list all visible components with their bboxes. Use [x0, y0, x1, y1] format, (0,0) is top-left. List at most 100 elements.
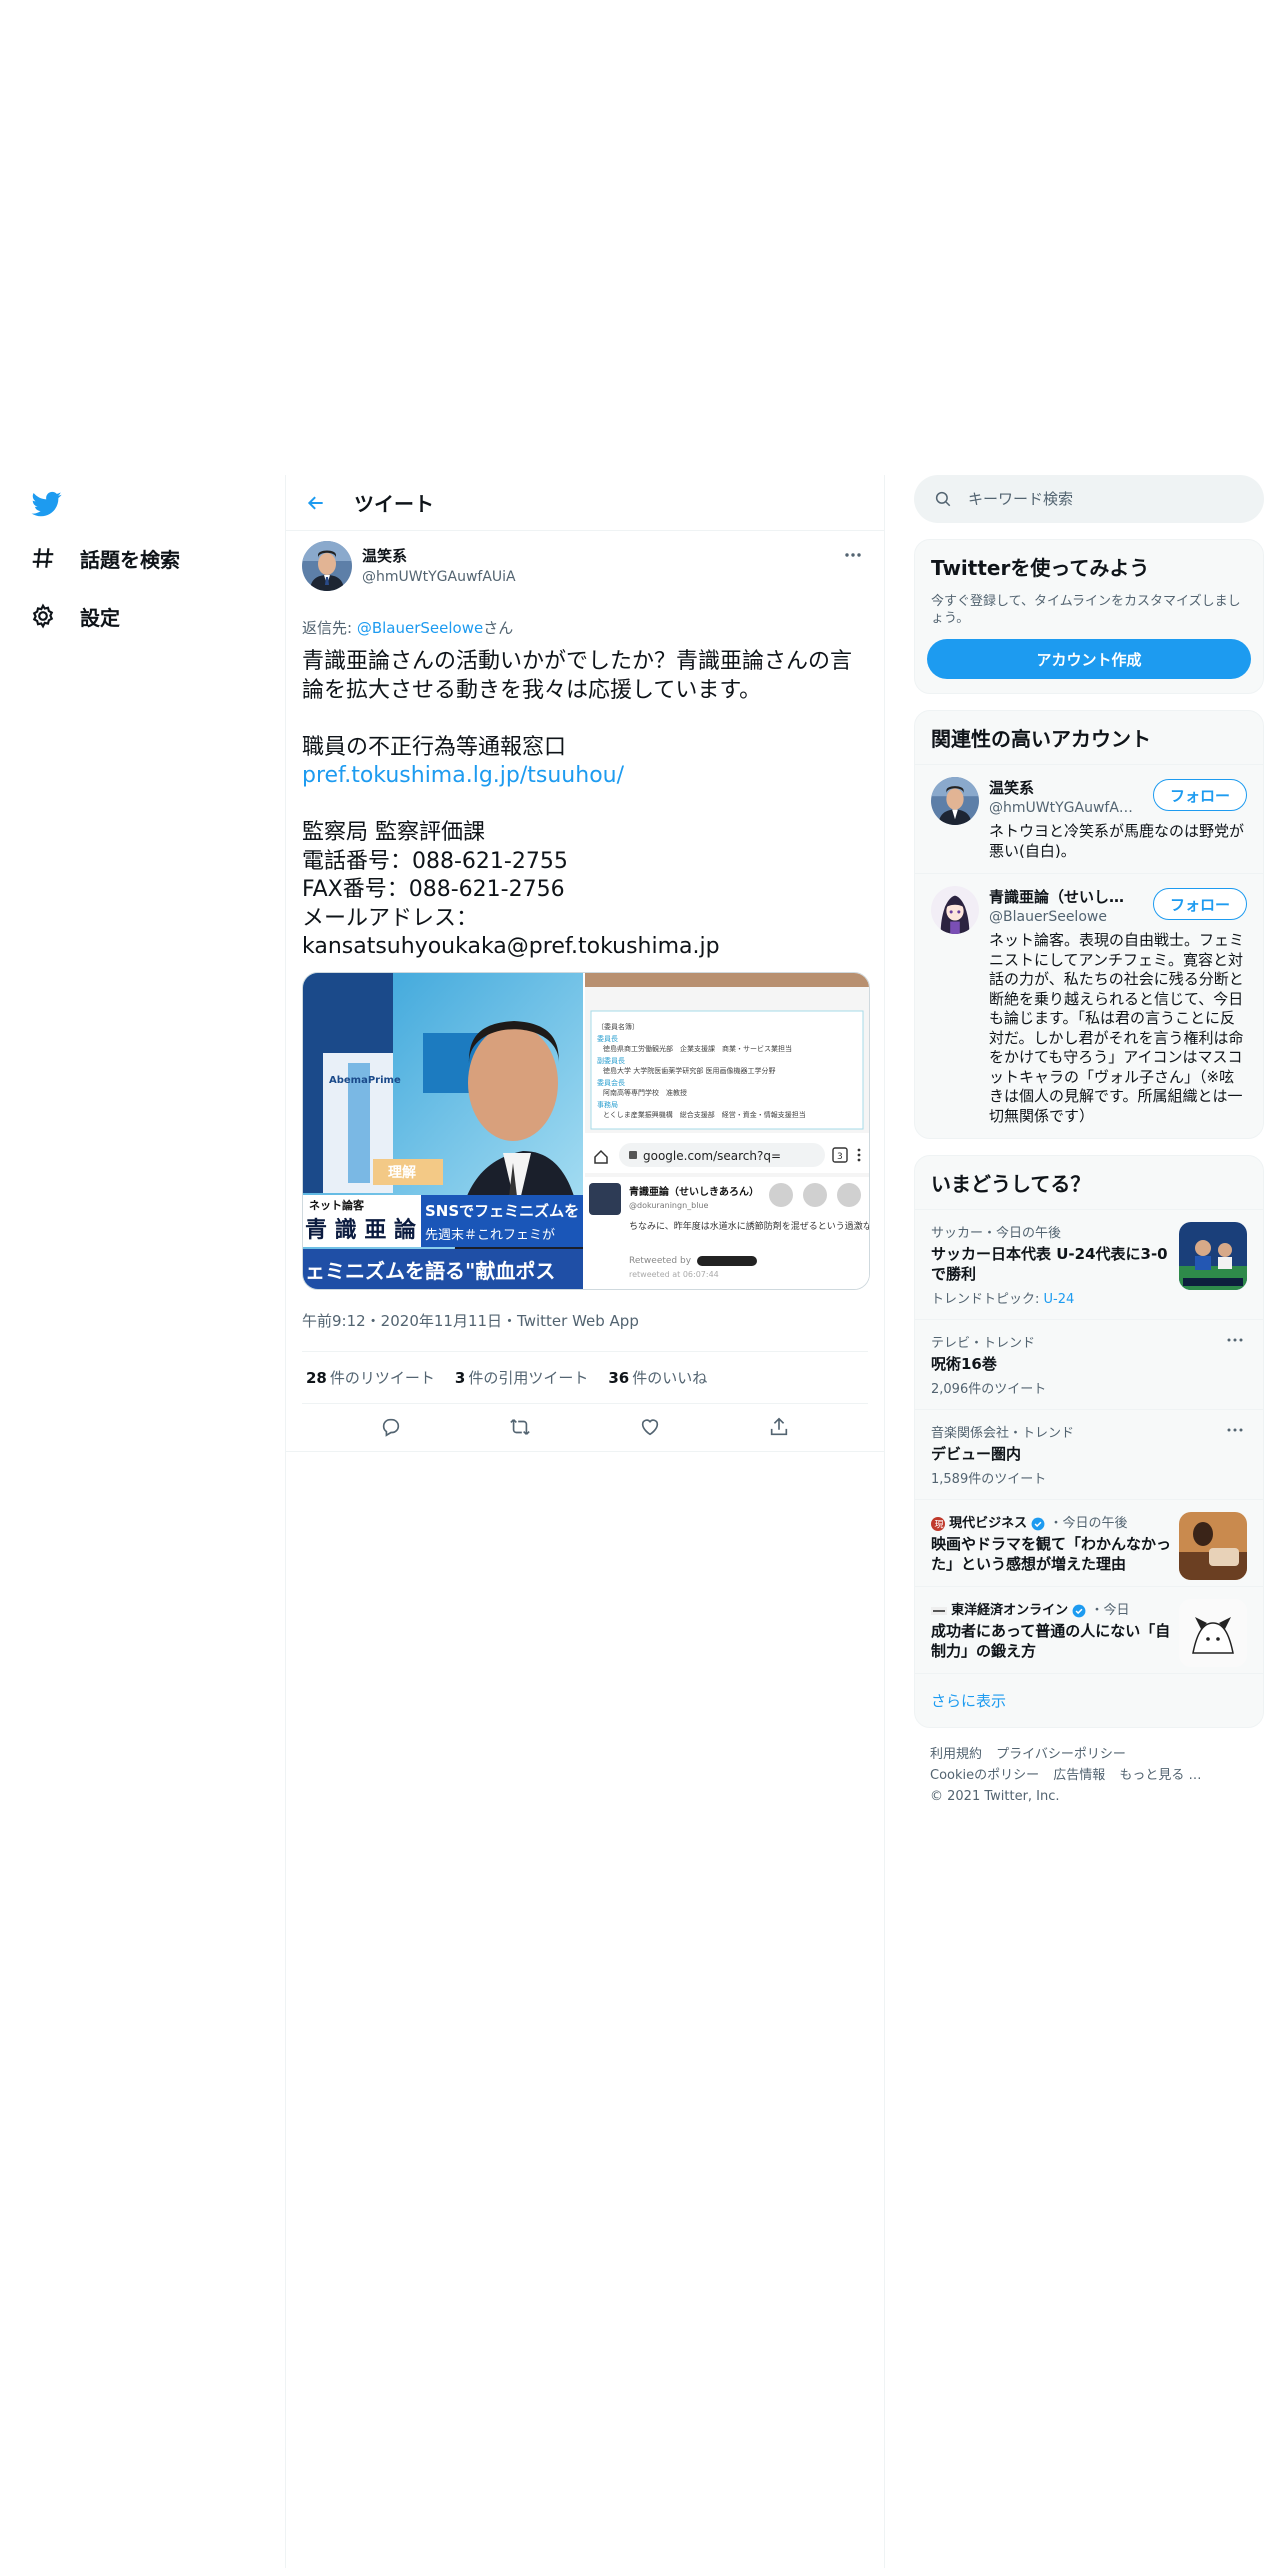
search-box[interactable] — [914, 475, 1264, 523]
tv-ticker: ェミニズムを語る"献血ポス — [305, 1259, 555, 1283]
doc-line-6: 阿南高等専門学校 准教授 — [603, 1088, 687, 1097]
tweet: 温笑系 @hmUWtYGAuwfAUiA 返信先: @BlauerSeelowe… — [286, 531, 884, 1452]
footer-link[interactable]: もっと見る … — [1119, 1768, 1201, 1783]
account-item[interactable]: 青識亜論（せいしきあろん） @BlauerSeelowe ネット論客。表現の自由… — [915, 873, 1263, 1138]
footer-link[interactable]: Cookieのポリシー — [930, 1768, 1039, 1783]
back-button[interactable] — [298, 485, 334, 521]
likes-stat[interactable]: 36 件のいいね — [608, 1367, 707, 1388]
media-photo-tv[interactable]: 理解 ネット論客 青 識 亜 論 SNSでフェミニズムを 先週末＃これフェミが … — [303, 972, 584, 1289]
copyright: © 2021 Twitter, Inc. — [930, 1789, 1060, 1804]
doc-line-3: 副委員長 — [597, 1056, 625, 1065]
doc-line-0: 〔委員名簿〕 — [597, 1022, 639, 1031]
retweets-stat[interactable]: 28 件のリツイート — [306, 1367, 435, 1388]
quoted-text: ちなみに、昨年度は水道水に誘節防剤を混ぜるという過激な提案も飛び出して面白かった… — [629, 1220, 869, 1232]
reply-user-link[interactable]: @BlauerSeelowe — [357, 619, 483, 637]
trend-item[interactable]: 音楽関係会社・トレンド デビュー圏内 1,589件のツイート — [915, 1409, 1263, 1499]
reply-button[interactable] — [373, 1409, 409, 1445]
trend-item[interactable]: サッカー・今日の午後 サッカー日本代表 U-24代表に3-0で勝利 トレンドトピ… — [915, 1209, 1263, 1319]
svg-text:現: 現 — [935, 1519, 944, 1530]
source-logo-icon: 現 — [931, 1516, 945, 1531]
retweeted-by: Retweeted by — [629, 1256, 692, 1266]
trend-item[interactable]: 現 現代ビジネス ・今日の午後 映画やドラマを観て「わかんなかった」という感想が… — [915, 1499, 1263, 1586]
nav-settings[interactable]: 設定 — [28, 596, 120, 636]
trends-card: いまどうしてる？ サッカー・今日の午後 サッカー日本代表 U-24代表に3-0で… — [914, 1155, 1264, 1728]
tweet-link[interactable]: pref.tokushima.lg.jp/tsuuhou/ — [302, 763, 624, 788]
gear-icon — [28, 601, 58, 631]
tv-badge: 理解 — [388, 1164, 416, 1181]
search-input[interactable] — [968, 490, 1228, 508]
main-column: ツイート 温笑系 @hmUWtYGAuwfAUiA 返信先: @BlauerSe… — [285, 475, 885, 2568]
tweet-actions — [286, 1404, 884, 1452]
share-button[interactable] — [761, 1409, 797, 1445]
trend-thumbnail — [1179, 1599, 1247, 1667]
reply-context: 返信先: @BlauerSeeloweさん — [302, 619, 514, 637]
trend-thumbnail — [1179, 1222, 1247, 1290]
show-more-link[interactable]: さらに表示 — [915, 1673, 1263, 1727]
doc-line-8: とくしま産業振興機構 総合支援部 経営・資金・情報支援担当 — [603, 1110, 806, 1119]
doc-line-1: 委員長 — [597, 1034, 618, 1043]
trends-title: いまどうしてる？ — [931, 1172, 1091, 1196]
doc-line-7: 事務局 — [597, 1100, 618, 1109]
more-icon[interactable] — [1223, 1422, 1247, 1438]
account-handle[interactable]: @BlauerSeelowe — [989, 909, 1139, 925]
join-card-desc: 今すぐ登録して、タイムラインをカスタマイズしましょう。 — [931, 594, 1241, 626]
trend-thumbnail — [1179, 1512, 1247, 1580]
doc-line-2: 徳島県商工労働観光部 企業支援課 商業・サービス業担当 — [603, 1044, 792, 1053]
retweet-icon — [510, 1419, 531, 1435]
like-button[interactable] — [632, 1409, 668, 1445]
footer: 利用規約 プライバシーポリシー Cookieのポリシー 広告情報 もっと見る …… — [914, 1744, 1264, 1807]
quotes-stat[interactable]: 3 件の引用ツイート — [455, 1367, 588, 1388]
tweet-text: 青識亜論さんの活動いかがでしたか？青識亜論さんの言論を拡大させる動きを我々は応援… — [302, 649, 853, 959]
tweet-author: 温笑系 @hmUWtYGAuwfAUiA — [302, 541, 868, 595]
footer-link[interactable]: 広告情報 — [1053, 1768, 1105, 1783]
account-item[interactable]: 温笑系 @hmUWtYGAuwfAUiA ネトウヨと冷笑系が馬鹿なのは野党が悪い… — [915, 764, 1263, 873]
account-name[interactable]: 青識亜論（せいしきあろん） — [989, 886, 1139, 907]
author-name[interactable]: 温笑系 — [362, 545, 516, 566]
nav-explore[interactable]: 話題を検索 — [28, 538, 180, 578]
tweet-stats: 28 件のリツイート 3 件の引用ツイート 36 件のいいね — [302, 1352, 868, 1404]
nav-explore-label: 話題を検索 — [80, 547, 180, 572]
tv-caption-name: 青 識 亜 論 — [305, 1217, 417, 1243]
tv-caption-right2: 先週末＃これフェミが — [425, 1228, 555, 1243]
join-card-title: Twitterを使ってみよう — [931, 556, 1150, 580]
avatar[interactable] — [302, 541, 352, 591]
trend-item[interactable]: 東洋経済オンライン ・今日 成功者にあって普通の人にない「自制力」の鍛え方 — [915, 1586, 1263, 1673]
avatar[interactable] — [931, 777, 979, 825]
tab-count: 3 — [837, 1152, 843, 1162]
media-screenshot[interactable]: 〔委員名簿〕 委員長 徳島県商工労働観光部 企業支援課 商業・サービス業担当 副… — [585, 972, 869, 1289]
arrow-left-icon — [307, 495, 323, 510]
hashtag-icon — [28, 543, 58, 573]
heart-icon — [641, 1419, 658, 1436]
doc-line-5: 委員会長 — [597, 1078, 625, 1087]
join-card: Twitterを使ってみよう 今すぐ登録して、タイムラインをカスタマイズしましょ… — [914, 539, 1264, 694]
tweet-media: 理解 ネット論客 青 識 亜 論 SNSでフェミニズムを 先週末＃これフェミが … — [302, 971, 870, 1290]
account-handle[interactable]: @hmUWtYGAuwfAUiA — [989, 800, 1139, 816]
page-title: ツイート — [354, 492, 434, 516]
quoted-handle: @dokuraningn_blue — [629, 1201, 709, 1210]
footer-link[interactable]: 利用規約 — [930, 1747, 982, 1762]
twitter-logo-icon[interactable] — [30, 489, 64, 519]
avatar[interactable] — [931, 886, 979, 934]
footer-link[interactable]: プライバシーポリシー — [996, 1747, 1126, 1762]
verified-badge-icon — [1072, 1604, 1086, 1617]
trend-item[interactable]: テレビ・トレンド 呪術16巻 2,096件のツイート — [915, 1319, 1263, 1409]
related-accounts-card: 関連性の高いアカウント 温笑系 @hmUWtYGAuwfAUiA ネトウヨと冷笑… — [914, 710, 1264, 1139]
right-sidebar: Twitterを使ってみよう 今すぐ登録して、タイムラインをカスタマイズしましょ… — [914, 475, 1264, 1807]
more-icon[interactable] — [1223, 1332, 1247, 1348]
follow-button[interactable]: フォロー — [1152, 779, 1247, 811]
follow-button[interactable]: フォロー — [1152, 888, 1247, 920]
tv-caption-small: ネット論客 — [309, 1198, 365, 1212]
retweet-time: retweeted at 06:07:44 — [629, 1270, 719, 1279]
share-icon — [771, 1417, 788, 1436]
source-logo-icon — [931, 1606, 947, 1615]
reply-icon — [382, 1418, 399, 1437]
create-account-button[interactable]: アカウント作成 — [927, 639, 1251, 679]
more-icon[interactable] — [838, 543, 868, 567]
author-handle[interactable]: @hmUWtYGAuwfAUiA — [362, 569, 516, 585]
nav-settings-label: 設定 — [80, 605, 120, 630]
account-name[interactable]: 温笑系 — [989, 777, 1139, 798]
related-title: 関連性の高いアカウント — [931, 727, 1151, 751]
tweet-timestamp[interactable]: 午前9:12・2020年11月11日・Twitter Web App — [302, 1310, 868, 1352]
retweet-button[interactable] — [502, 1409, 538, 1445]
tv-logo: AbemaPrime — [329, 1075, 401, 1086]
